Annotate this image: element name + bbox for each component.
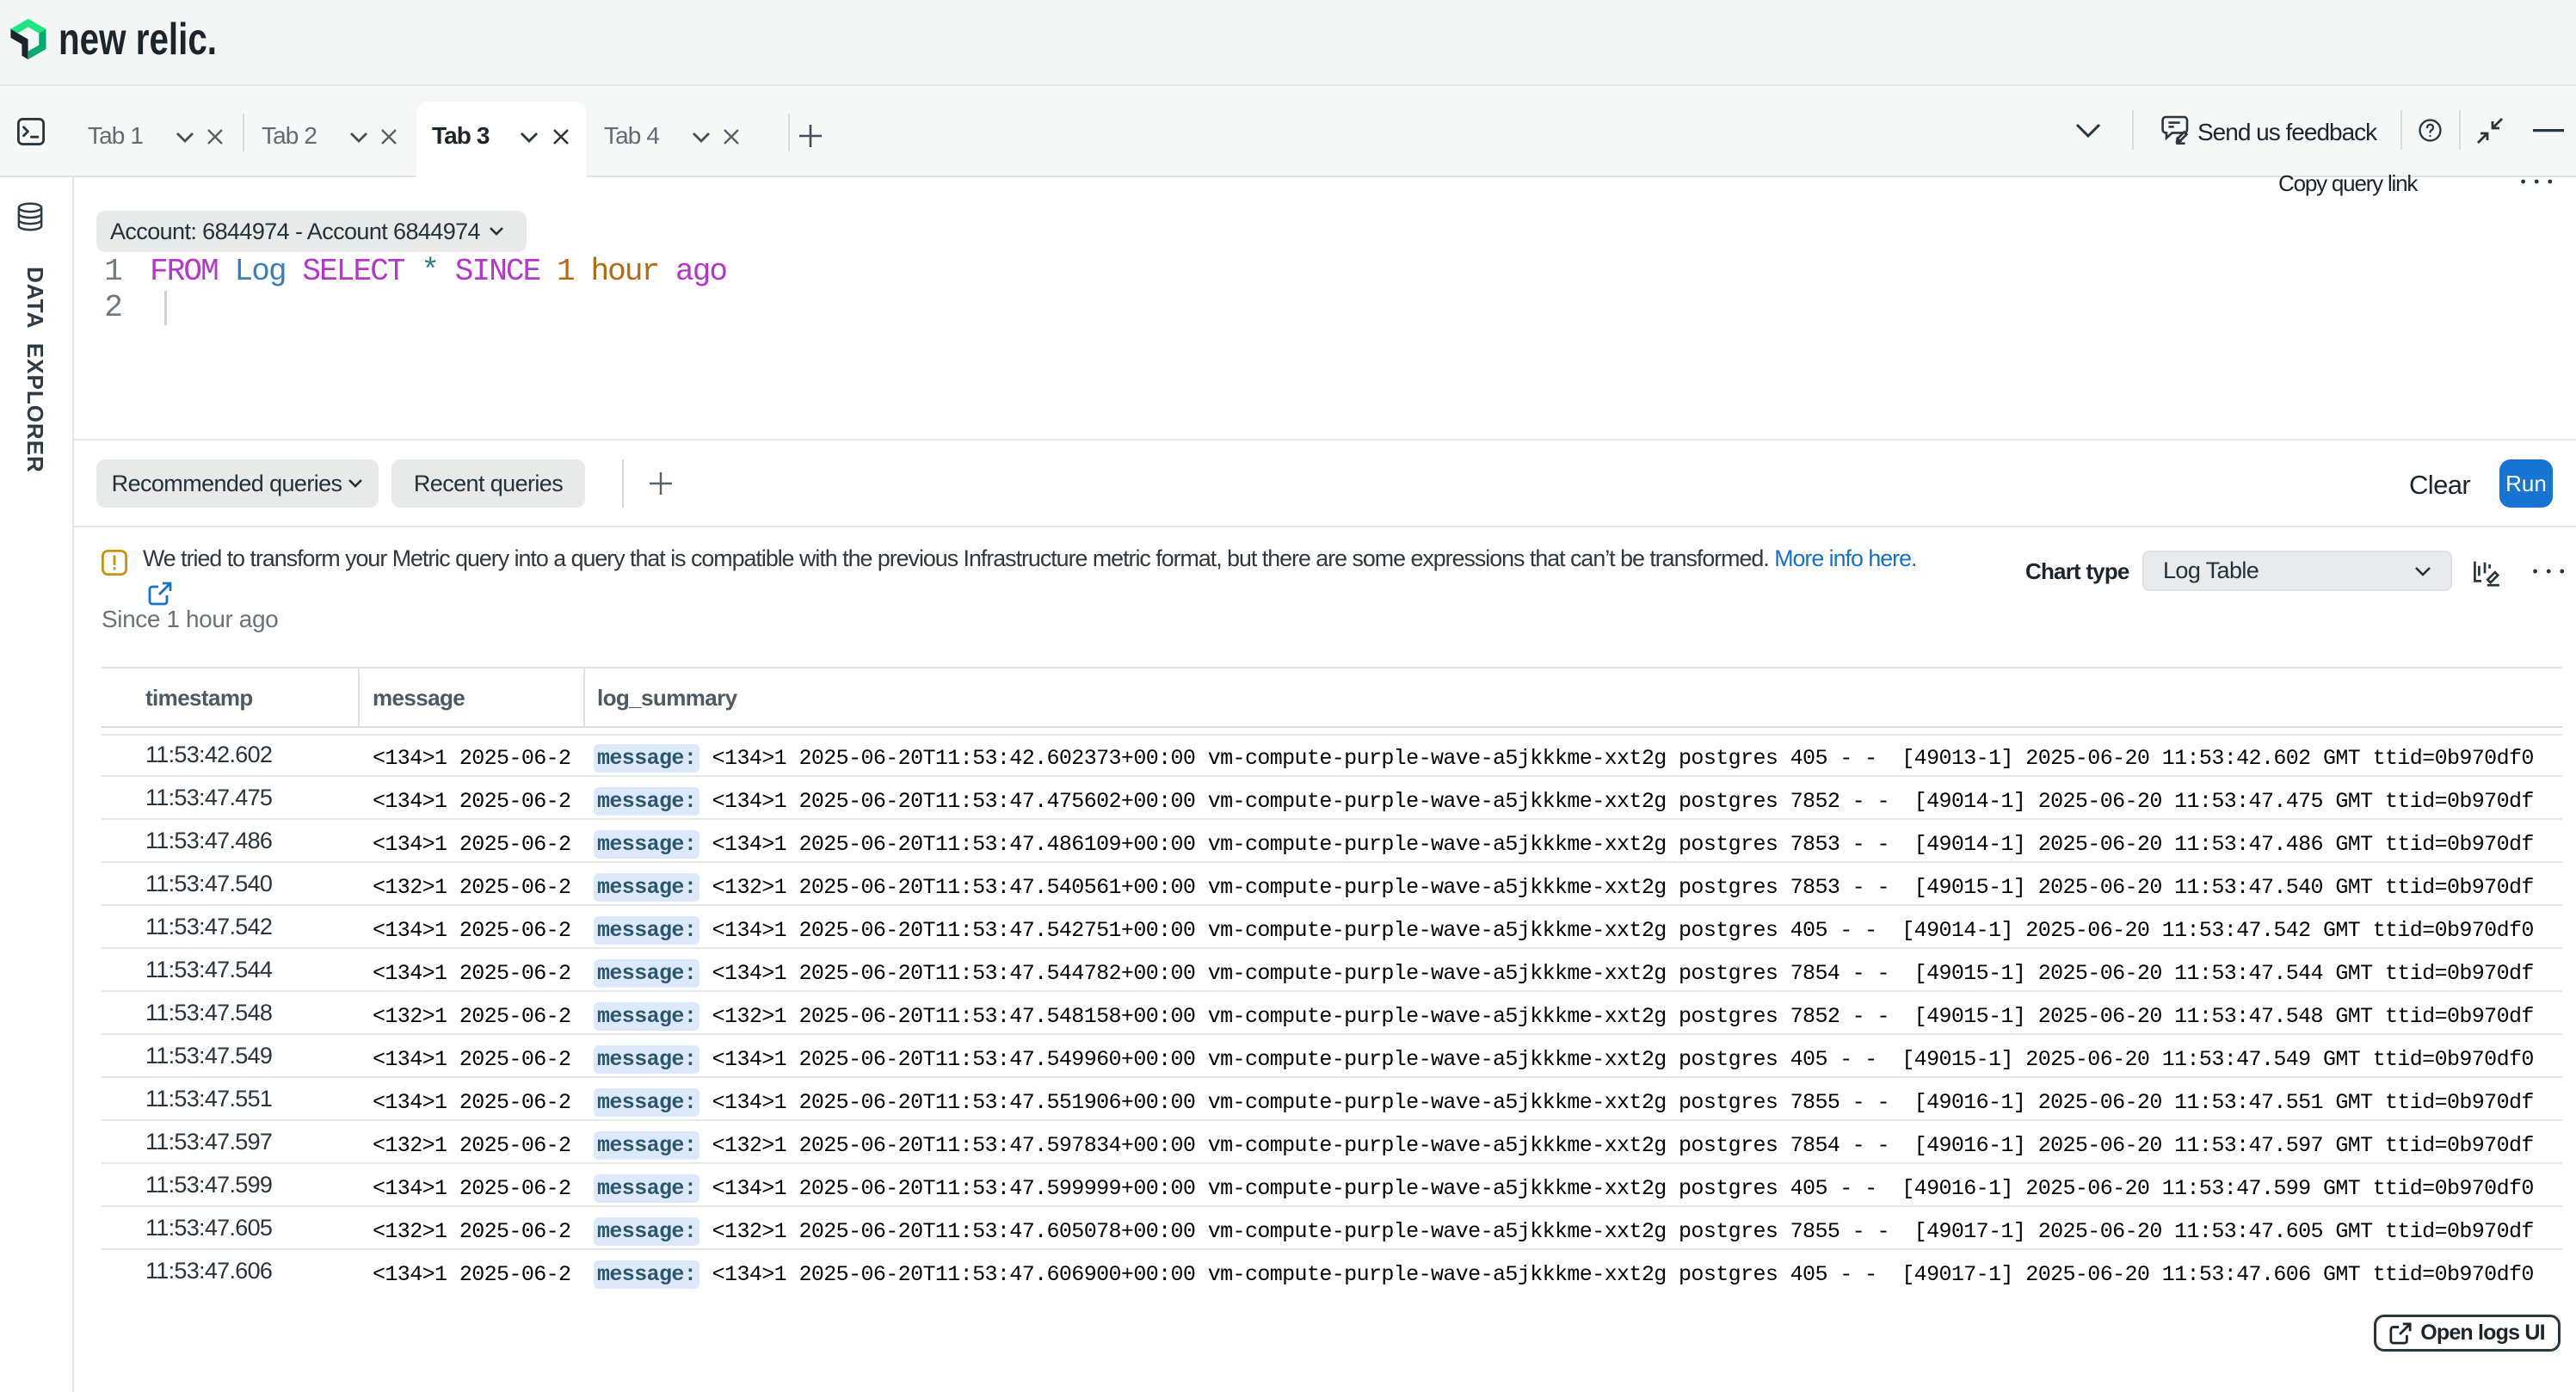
svg-text:new relic.: new relic.	[59, 15, 217, 65]
